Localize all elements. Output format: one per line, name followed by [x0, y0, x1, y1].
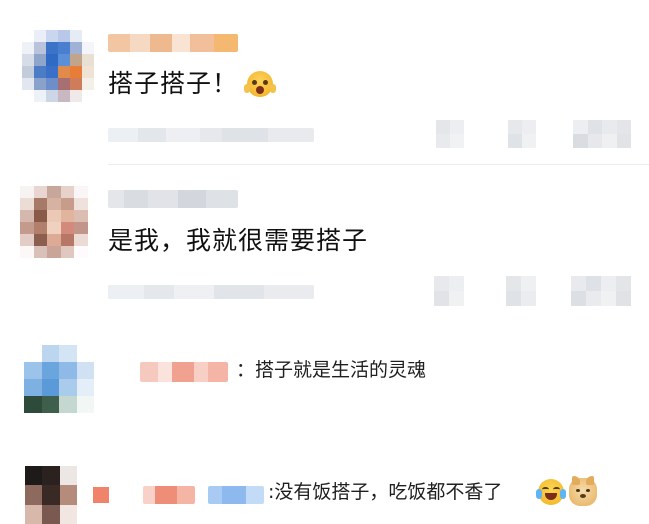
user-badge-redacted: [93, 487, 109, 503]
screaming-face-icon: [244, 71, 276, 97]
share-icon[interactable]: [436, 120, 464, 148]
crying-laughing-face-icon: [536, 479, 566, 505]
like-icon[interactable]: [573, 120, 631, 148]
avatar[interactable]: [24, 345, 94, 413]
avatar[interactable]: [20, 186, 88, 258]
comment-icon[interactable]: [508, 120, 536, 148]
reply-text: ：搭子就是生活的灵魂: [236, 359, 427, 381]
reply-text: :没有饭搭子，吃饭都不香了: [268, 481, 503, 503]
comment-meta-redacted: [108, 285, 314, 299]
avatar[interactable]: [25, 466, 77, 524]
comment-text: 是我，我就很需要搭子: [108, 226, 369, 255]
doge-face-icon: [569, 476, 597, 506]
like-icon[interactable]: [571, 276, 631, 306]
username-redacted[interactable]: [108, 34, 238, 52]
comment-icon[interactable]: [506, 276, 536, 306]
username-redacted[interactable]: [208, 486, 264, 504]
avatar[interactable]: [22, 30, 94, 102]
username-redacted[interactable]: [140, 362, 228, 382]
comment-meta-redacted: [108, 128, 314, 142]
username-redacted[interactable]: [108, 190, 238, 208]
divider: [108, 164, 649, 165]
username-redacted[interactable]: [143, 486, 195, 504]
share-icon[interactable]: [434, 276, 464, 306]
comment-text: 搭子搭子！: [108, 69, 239, 98]
